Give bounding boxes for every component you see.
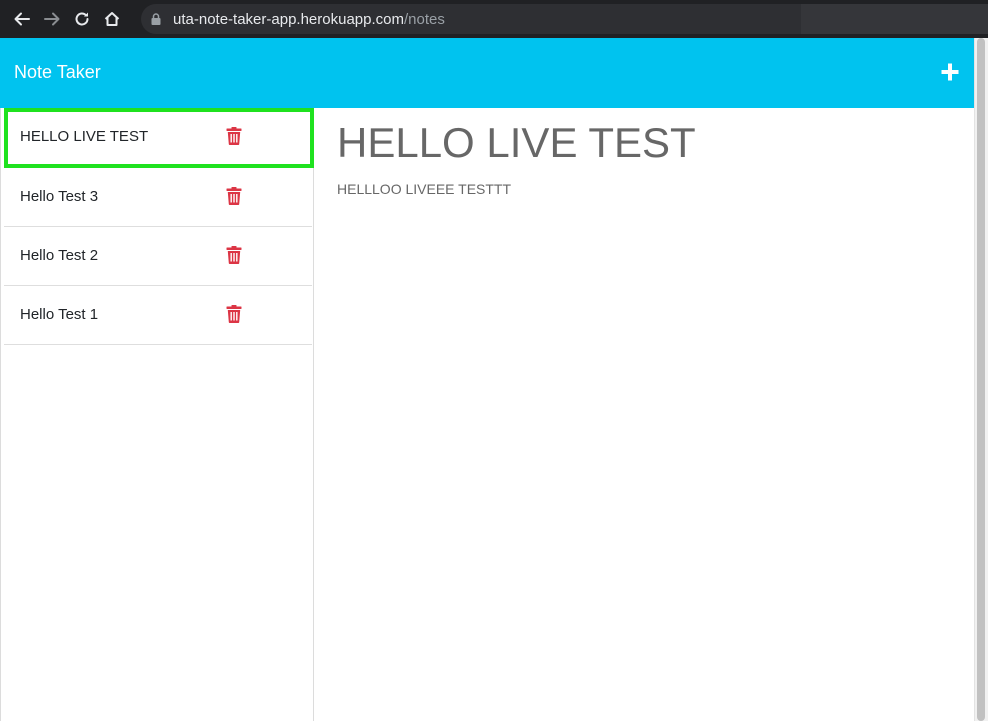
note-list: HELLO LIVE TEST Hello Test 3 Hello Test … — [0, 108, 314, 721]
note-item-hello-test-3[interactable]: Hello Test 3 — [4, 168, 312, 227]
trash-icon — [226, 305, 242, 324]
new-note-button[interactable] — [935, 57, 965, 87]
note-item-hello-test-2[interactable]: Hello Test 2 — [4, 227, 312, 286]
home-button[interactable] — [96, 0, 128, 38]
url-host: uta-note-taker-app.herokuapp.com — [173, 10, 404, 28]
reload-icon — [75, 12, 89, 26]
trash-icon — [226, 127, 242, 146]
home-icon — [104, 12, 120, 26]
forward-button[interactable] — [36, 0, 68, 38]
note-title: Hello Test 1 — [20, 306, 99, 323]
trash-icon — [226, 187, 242, 206]
scrollbar-thumb[interactable] — [977, 38, 985, 721]
note-view-title[interactable]: HELLO LIVE TEST — [337, 119, 696, 167]
lock-icon — [151, 13, 161, 25]
delete-note-button[interactable] — [226, 246, 242, 265]
note-item-hello-live-test[interactable]: HELLO LIVE TEST — [4, 108, 314, 168]
delete-note-button[interactable] — [226, 187, 242, 206]
trash-icon — [226, 246, 242, 265]
plus-icon — [941, 63, 959, 81]
app-title[interactable]: Note Taker — [14, 62, 101, 83]
note-title: Hello Test 3 — [20, 188, 99, 205]
app-header: Note Taker — [0, 38, 974, 108]
back-button[interactable] — [6, 0, 38, 38]
delete-note-button[interactable] — [226, 305, 242, 324]
url-path: /notes — [403, 10, 445, 28]
arrow-left-icon — [14, 12, 30, 26]
toolbar-extension-area — [801, 4, 988, 34]
delete-note-button[interactable] — [226, 127, 242, 146]
address-bar[interactable]: uta-note-taker-app.herokuapp.com/notes — [141, 4, 801, 34]
note-title: HELLO LIVE TEST — [20, 128, 149, 145]
note-title: Hello Test 2 — [20, 247, 99, 264]
note-view-text[interactable]: HELLLOO LIVEEE TESTTT — [337, 181, 511, 197]
arrow-right-icon — [44, 12, 60, 26]
page-viewport: Note Taker HELLO LIVE TEST Hello Test 3 … — [0, 38, 988, 721]
url-text: uta-note-taker-app.herokuapp.com/notes — [173, 11, 445, 28]
note-item-hello-test-1[interactable]: Hello Test 1 — [4, 286, 312, 345]
reload-button[interactable] — [66, 0, 98, 38]
